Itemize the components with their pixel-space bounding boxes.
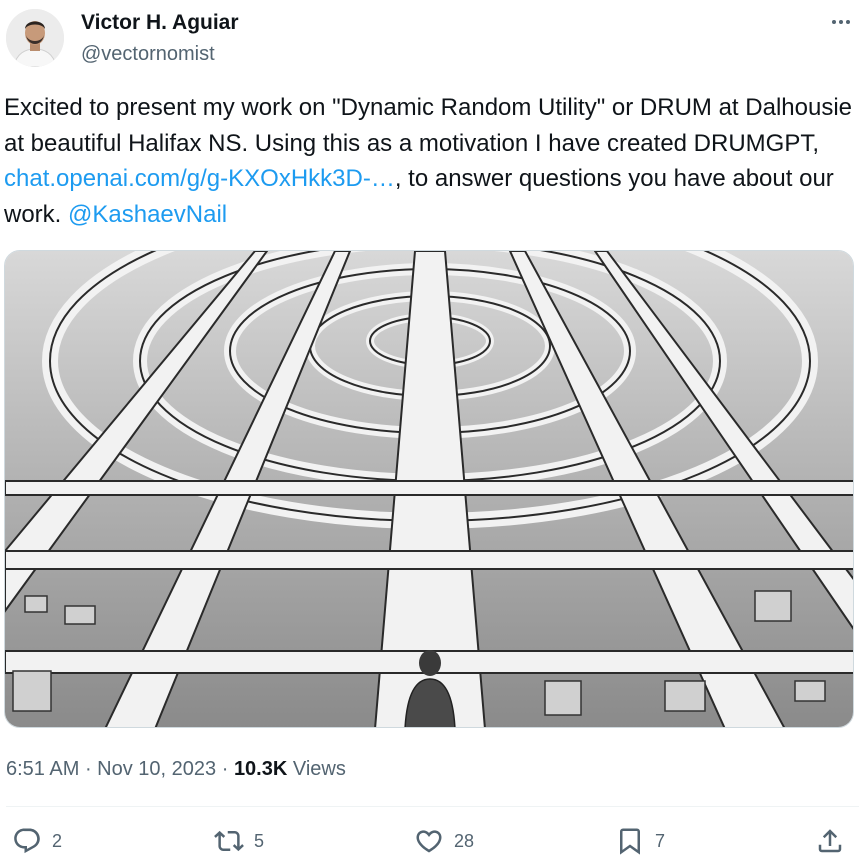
tweet-date[interactable]: Nov 10, 2023 — [97, 758, 216, 780]
meta-separator: · — [216, 758, 234, 780]
reply-button[interactable]: 2 — [12, 826, 62, 856]
tweet-time[interactable]: 6:51 AM — [6, 758, 79, 780]
retweet-icon — [214, 830, 244, 852]
retweet-button[interactable]: 5 — [214, 826, 264, 856]
divider — [6, 806, 859, 807]
author-handle[interactable]: @vectornomist — [81, 42, 215, 66]
author-name[interactable]: Victor H. Aguiar — [81, 10, 239, 36]
reply-count: 2 — [52, 830, 63, 851]
tweet-mention[interactable]: @KashaevNail — [68, 201, 227, 228]
views-label: Views — [287, 758, 346, 780]
maze-illustration — [5, 251, 853, 727]
bookmark-icon — [620, 828, 640, 855]
share-icon — [818, 829, 842, 853]
avatar-image — [6, 9, 64, 67]
reply-icon — [14, 828, 40, 854]
bookmark-count: 7 — [655, 830, 666, 851]
share-button[interactable] — [815, 826, 845, 856]
action-bar: 2 5 28 7 — [0, 820, 865, 866]
more-icon — [832, 20, 850, 24]
tweet-text-part-1: Excited to present my work on "Dynamic R… — [4, 94, 852, 157]
views-count: 10.3K — [233, 758, 288, 780]
tweet-media-image[interactable] — [4, 250, 854, 728]
meta-separator: · — [79, 758, 98, 780]
retweet-count: 5 — [254, 830, 265, 851]
tweet-text: Excited to present my work on "Dynamic R… — [4, 90, 852, 232]
like-count: 28 — [454, 830, 475, 851]
avatar[interactable] — [6, 9, 64, 67]
bookmark-button[interactable]: 7 — [615, 826, 665, 856]
tweet-link[interactable]: chat.openai.com/g/g-KXOxHkk3D-… — [4, 165, 395, 192]
more-options-button[interactable] — [827, 8, 855, 36]
tweet-meta: 6:51 AM · Nov 10, 2023 · 10.3K Views — [6, 756, 346, 782]
heart-icon — [416, 830, 442, 853]
like-button[interactable]: 28 — [414, 826, 474, 856]
